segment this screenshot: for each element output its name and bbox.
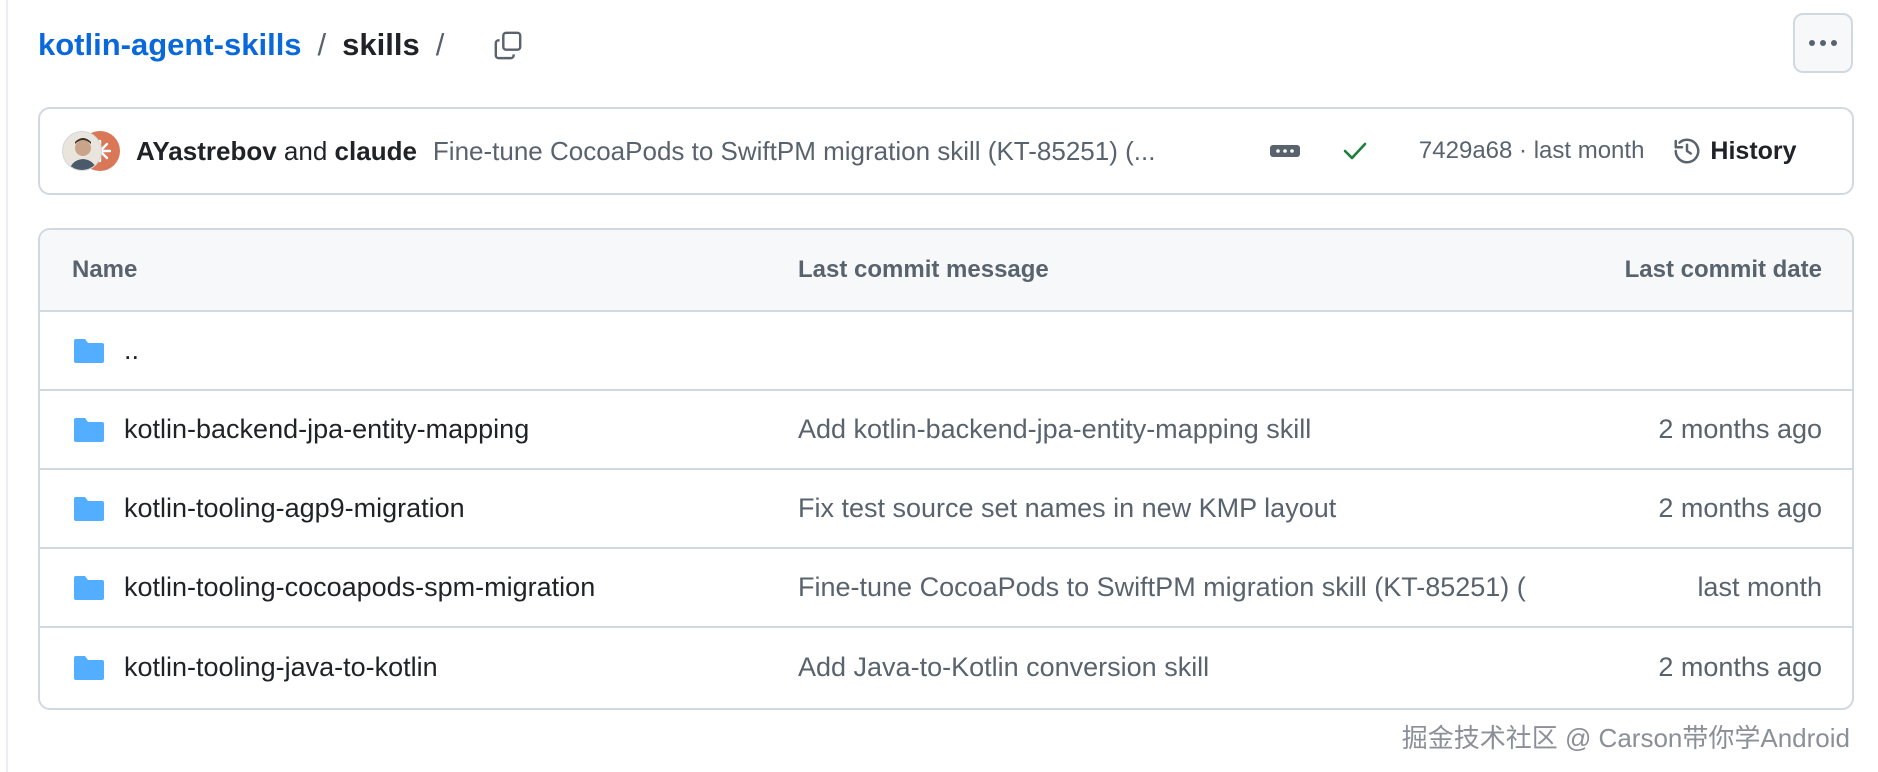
commit-date: last month [1697, 572, 1822, 602]
commit-relative-time: last month [1533, 137, 1645, 164]
folder-name-link[interactable]: kotlin-backend-jpa-entity-mapping [124, 414, 529, 445]
table-row-parent-directory[interactable]: .. [40, 312, 1852, 391]
commit-message-link[interactable]: Add kotlin-backend-jpa-entity-mapping sk… [798, 414, 1580, 445]
breadcrumb-current-folder: skills [342, 27, 420, 62]
copy-path-button[interactable] [486, 23, 530, 67]
table-row[interactable]: kotlin-tooling-cocoapods-spm-migration F… [40, 549, 1852, 628]
folder-icon [74, 496, 104, 521]
avatar-ayastrebov[interactable] [62, 131, 102, 171]
commit-sha-and-time: 7429a68 · last month [1419, 137, 1645, 165]
watermark: 掘金技术社区 @ Carson带你学Android [1401, 723, 1850, 753]
header-last-commit-message: Last commit message [798, 256, 1049, 283]
table-row[interactable]: kotlin-tooling-java-to-kotlin Add Java-t… [40, 628, 1852, 707]
author-link-1[interactable]: AYastrebov [136, 136, 277, 166]
header-name: Name [72, 256, 138, 283]
header-last-commit-date: Last commit date [1624, 256, 1822, 283]
history-button[interactable]: History [1672, 136, 1797, 166]
folder-icon [74, 575, 104, 600]
commit-message-link[interactable]: Add Java-to-Kotlin conversion skill [798, 652, 1580, 683]
commit-status-check[interactable] [1339, 135, 1371, 167]
author-conjunction: and [283, 135, 328, 166]
latest-commit-message-link[interactable]: Fine-tune CocoaPods to SwiftPM migration… [433, 136, 1233, 167]
commit-message-link[interactable]: Fine-tune CocoaPods to SwiftPM migration… [798, 572, 1580, 603]
commit-date: 2 months ago [1658, 493, 1822, 523]
expand-commit-message-button[interactable] [1267, 139, 1303, 163]
table-row[interactable]: kotlin-tooling-agp9-migration Fix test s… [40, 470, 1852, 549]
table-header: Name Last commit message Last commit dat… [40, 230, 1852, 312]
parent-directory-link[interactable]: .. [124, 335, 139, 366]
history-icon [1674, 138, 1700, 164]
folder-name-link[interactable]: kotlin-tooling-cocoapods-spm-migration [124, 572, 595, 603]
page: kotlin-agent-skills / skills / AYastrebo… [0, 0, 1878, 772]
latest-commit-bar: AYastrebov and claude Fine-tune CocoaPod… [38, 107, 1854, 195]
commit-date: 2 months ago [1658, 652, 1822, 682]
author-avatars[interactable] [62, 131, 120, 171]
folder-icon [74, 338, 104, 363]
left-divider [6, 0, 8, 772]
more-options-button[interactable] [1793, 13, 1853, 73]
sha-time-separator: · [1519, 137, 1528, 164]
author-link-2[interactable]: claude [335, 136, 417, 166]
folder-name-link[interactable]: kotlin-tooling-agp9-migration [124, 493, 465, 524]
commit-sha-link[interactable]: 7429a68 [1419, 137, 1512, 164]
commit-date: 2 months ago [1658, 414, 1822, 444]
breadcrumb-repo-link[interactable]: kotlin-agent-skills [38, 27, 302, 63]
copy-icon [494, 31, 522, 60]
breadcrumb-separator: / [317, 27, 327, 62]
commit-message-link[interactable]: Fix test source set names in new KMP lay… [798, 493, 1580, 524]
breadcrumb: kotlin-agent-skills / skills / [38, 20, 530, 70]
history-label: History [1710, 136, 1797, 165]
folder-name-link[interactable]: kotlin-tooling-java-to-kotlin [124, 652, 438, 683]
check-icon [1343, 142, 1367, 160]
breadcrumb-trailing-separator: / [435, 27, 445, 62]
folder-icon [74, 417, 104, 442]
file-table: Name Last commit message Last commit dat… [38, 228, 1854, 710]
kebab-horizontal-icon [1809, 40, 1837, 46]
ellipsis-icon [1269, 145, 1300, 157]
table-row[interactable]: kotlin-backend-jpa-entity-mapping Add ko… [40, 391, 1852, 470]
folder-icon [74, 655, 104, 680]
commit-authors: AYastrebov and claude [136, 136, 417, 167]
person-avatar-icon [63, 132, 101, 170]
